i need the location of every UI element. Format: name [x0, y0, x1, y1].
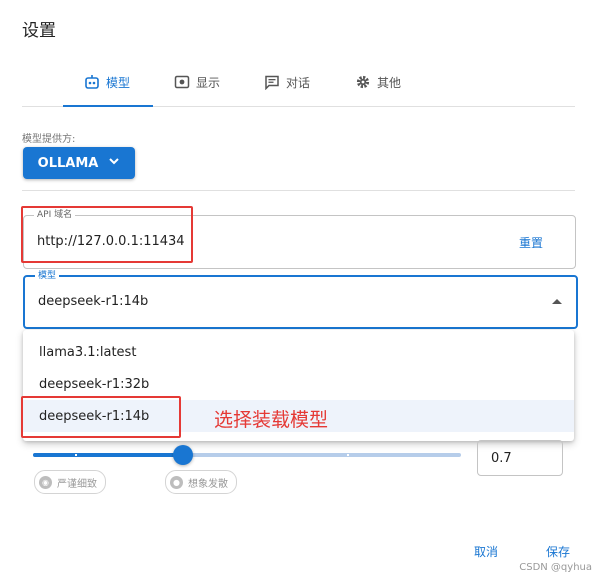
provider-value: OLLAMA: [37, 155, 99, 171]
slider-mark: [75, 454, 77, 456]
model-select-value: deepseek-r1:14b: [38, 294, 149, 309]
chip-label: 严谨细致: [57, 478, 97, 490]
temperature-value-input[interactable]: 0.7: [477, 440, 563, 476]
highlight-box-model: [21, 396, 181, 438]
provider-label: 模型提供方:: [22, 134, 76, 145]
tab-label: 模型: [106, 75, 131, 90]
slider-fill: [33, 453, 183, 457]
annotation-text: 选择装载模型: [214, 409, 329, 431]
precise-icon: ◉: [39, 475, 52, 489]
creative-chip[interactable]: ● 想象发散: [165, 470, 237, 494]
gear-icon: [355, 74, 371, 90]
tab-other[interactable]: 其他: [355, 60, 401, 104]
slider-mark: [347, 454, 349, 456]
reset-button[interactable]: 重置: [519, 234, 543, 251]
tab-label: 显示: [196, 75, 221, 90]
save-button[interactable]: 保存: [546, 543, 570, 560]
provider-select-button[interactable]: OLLAMA: [23, 147, 135, 179]
highlight-box-api: [21, 206, 193, 263]
tab-bar: 模型 显示 对话 其他: [22, 60, 575, 107]
temperature-slider[interactable]: [33, 445, 461, 465]
settings-dialog: 设置 模型 显示 对话 其他 模型提供方: OLLAMA API 域名 http…: [0, 0, 600, 579]
watermark: CSDN @qyhua: [519, 562, 592, 573]
menu-item[interactable]: llama3.1:latest: [23, 336, 574, 368]
precise-chip[interactable]: ◉ 严谨细致: [34, 470, 106, 494]
display-icon: [174, 74, 190, 90]
chevron-down-icon: [108, 155, 120, 171]
chat-icon: [264, 74, 280, 90]
robot-icon: [84, 74, 100, 90]
bulb-icon: ●: [170, 475, 183, 489]
dialog-title: 设置: [22, 21, 56, 41]
section-divider: [22, 190, 575, 191]
model-select-field[interactable]: 模型 deepseek-r1:14b: [23, 270, 578, 329]
slider-thumb[interactable]: [172, 445, 193, 465]
caret-up-icon: [552, 299, 562, 304]
tab-display[interactable]: 显示: [174, 60, 220, 104]
cancel-button[interactable]: 取消: [474, 543, 498, 560]
tab-label: 对话: [286, 75, 311, 90]
model-select-label: 模型: [35, 270, 60, 282]
tab-model[interactable]: 模型: [84, 60, 130, 104]
chip-label: 想象发散: [188, 478, 228, 490]
tab-indicator: [63, 105, 153, 107]
tab-chat[interactable]: 对话: [264, 60, 310, 104]
tab-label: 其他: [377, 75, 402, 90]
